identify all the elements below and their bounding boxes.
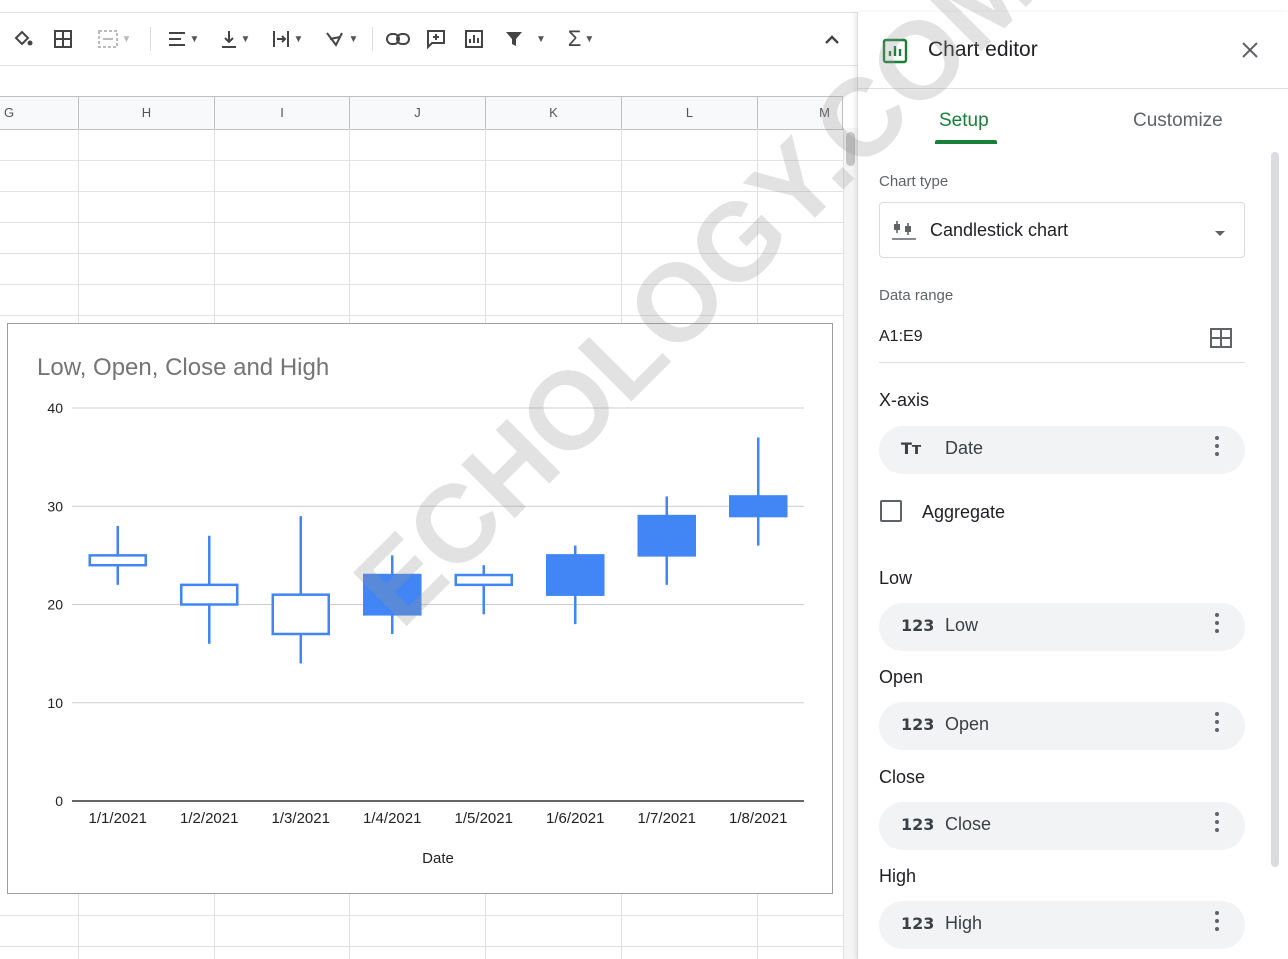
xaxis-chip[interactable]: Tт Date [879, 426, 1245, 474]
column-header[interactable]: M [758, 97, 843, 129]
chart-type-dropdown[interactable]: Candlestick chart [879, 202, 1245, 258]
functions-icon[interactable]: Σ ▼ [560, 23, 602, 55]
aggregate-checkbox[interactable] [880, 500, 902, 522]
chart-type-label: Chart type [879, 173, 949, 190]
collapse-chevron-icon[interactable] [818, 23, 846, 55]
y-tick-label: 20 [47, 597, 63, 613]
y-tick-label: 30 [47, 498, 63, 514]
insert-comment-icon[interactable] [420, 23, 452, 55]
panel-header: Chart editor [858, 12, 1288, 89]
chip-label: Date [945, 438, 984, 458]
series-section-label: Close [879, 767, 926, 787]
x-tick-label: 1/1/2021 [89, 810, 147, 827]
chip-label: Open [945, 714, 990, 734]
x-tick-label: 1/7/2021 [638, 810, 696, 827]
candlestick-chart[interactable]: Low, Open, Close and High Date 0 10 20 30 40… [7, 323, 833, 894]
series-chip-open[interactable]: 123 Open [879, 702, 1245, 750]
y-tick-label: 40 [47, 400, 63, 416]
tab-setup[interactable]: Setup [939, 110, 989, 132]
aggregate-label: Aggregate [922, 502, 1006, 522]
candle-body[interactable] [546, 554, 605, 596]
text-type-icon: Tт [901, 439, 922, 458]
column-header[interactable]: J [350, 97, 486, 129]
panel-title: Chart editor [928, 38, 1038, 61]
filter-icon[interactable]: ▼ [498, 23, 552, 55]
data-range-label: Data range [879, 287, 954, 304]
series-chip-low[interactable]: 123 Low [879, 603, 1245, 651]
data-range-value: A1:E9 [879, 328, 923, 345]
chart-editor-icon [882, 38, 908, 69]
text-rotation-icon[interactable]: ▼ [318, 23, 364, 55]
candle-body[interactable] [271, 593, 330, 636]
fill-color-icon[interactable] [10, 23, 36, 55]
x-tick-label: 1/3/2021 [272, 810, 330, 827]
more-vert-icon[interactable] [1215, 436, 1219, 460]
candle-body[interactable] [363, 573, 422, 616]
x-tick-label: 1/2/2021 [180, 810, 238, 827]
series-chip-close[interactable]: 123 Close [879, 802, 1245, 850]
column-header[interactable]: I [215, 97, 350, 129]
insert-link-icon[interactable] [382, 23, 414, 55]
chart-editor-panel: Chart editor Setup Customize Chart type … [857, 12, 1288, 959]
chart-title: Low, Open, Close and High [37, 354, 329, 381]
y-tick-label: 0 [55, 793, 63, 809]
more-vert-icon[interactable] [1215, 812, 1219, 836]
panel-scrollbar[interactable] [1271, 152, 1279, 867]
dropdown-arrow-icon [1214, 225, 1226, 243]
chip-label: Low [945, 615, 979, 635]
column-header[interactable]: K [486, 97, 622, 129]
x-tick-label: 1/4/2021 [363, 810, 421, 827]
number-type-icon: 123 [901, 616, 935, 635]
more-vert-icon[interactable] [1215, 911, 1219, 935]
chip-label: Close [945, 814, 992, 834]
horizontal-align-icon[interactable]: ▼ [160, 23, 206, 55]
more-vert-icon[interactable] [1215, 712, 1219, 736]
scrollbar-thumb[interactable] [846, 132, 855, 166]
toolbar: ▼ ▼ ▼ ▼ ▼ ▼ Σ ▼ [0, 12, 858, 66]
column-header[interactable]: H [79, 97, 215, 129]
y-tick-label: 10 [47, 695, 63, 711]
column-header[interactable]: G [0, 97, 79, 129]
active-tab-indicator [935, 140, 997, 144]
number-type-icon: 123 [901, 914, 935, 933]
number-type-icon: 123 [901, 715, 935, 734]
close-icon[interactable] [1240, 40, 1260, 65]
more-vert-icon[interactable] [1215, 613, 1219, 637]
borders-icon[interactable] [50, 23, 76, 55]
x-tick-label: 1/5/2021 [455, 810, 513, 827]
sheet-vertical-scrollbar[interactable] [843, 128, 858, 959]
merge-cells-icon: ▼ [88, 23, 140, 55]
series-section-label: Open [879, 667, 924, 687]
xaxis-section-label: X-axis [879, 390, 930, 410]
insert-chart-icon[interactable] [458, 23, 490, 55]
vertical-align-icon[interactable]: ▼ [212, 23, 258, 55]
number-type-icon: 123 [901, 815, 935, 834]
tab-customize[interactable]: Customize [1133, 110, 1223, 132]
column-header[interactable]: L [622, 97, 758, 129]
x-tick-label: 1/6/2021 [546, 810, 604, 827]
chip-label: High [945, 913, 983, 933]
candlestick-chart-icon [892, 219, 916, 246]
column-header-row: G H I J K L M [0, 96, 843, 130]
candle-body[interactable] [180, 583, 239, 606]
series-section-label: Low [879, 568, 913, 588]
chart-type-value: Candlestick chart [930, 220, 1069, 240]
candle-body[interactable] [88, 554, 147, 567]
select-range-grid-icon[interactable] [1210, 328, 1232, 353]
candle-body[interactable] [454, 573, 513, 587]
candle-body[interactable] [637, 514, 696, 557]
series-chip-high[interactable]: 123 High [879, 901, 1245, 949]
candle-body[interactable] [729, 495, 788, 518]
x-axis-title: Date [422, 850, 454, 867]
text-wrap-icon[interactable]: ▼ [264, 23, 310, 55]
chart-canvas: Low, Open, Close and High Date 0 10 20 30 40… [37, 354, 804, 867]
x-tick-label: 1/8/2021 [729, 810, 787, 827]
data-range-field[interactable]: A1:E9 [879, 312, 1245, 363]
series-section-label: High [879, 866, 917, 886]
